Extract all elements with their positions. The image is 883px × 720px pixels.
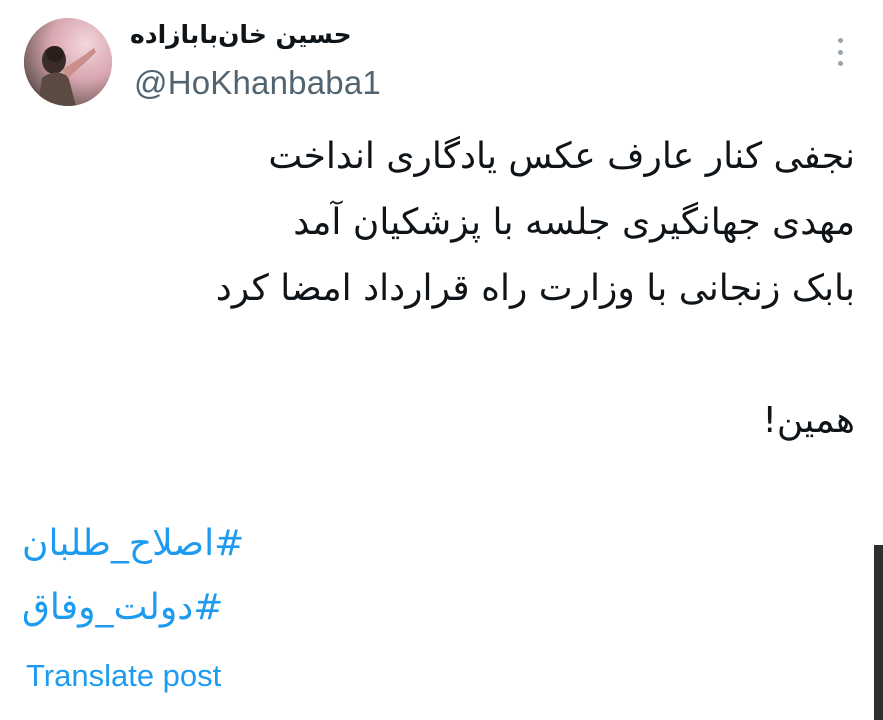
profile-photo-icon: [24, 18, 112, 106]
translate-post-link[interactable]: Translate post: [26, 658, 221, 694]
post-line: بابک زنجانی با وزارت راه قرارداد امضا کر…: [215, 268, 855, 309]
post-line: مهدی جهانگیری جلسه با پزشکیان آمد: [293, 202, 855, 243]
post-card: حسین خان‌بابازاده @HoKhanbaba1 نجفی کنار…: [0, 0, 883, 720]
post-line: همین!: [762, 400, 856, 441]
hashtag-link[interactable]: #اصلاح_طلبان: [22, 512, 622, 576]
dot: [837, 49, 843, 55]
user-handle[interactable]: @HoKhanbaba1: [134, 64, 381, 102]
dot: [837, 38, 843, 43]
more-vertical-icon[interactable]: [828, 34, 852, 70]
scrollbar[interactable]: [874, 545, 883, 720]
post-line: نجفی کنار عارف عکس یادگاری انداخت: [268, 136, 855, 177]
hashtag-link[interactable]: #دولت_وفاق: [22, 576, 622, 640]
display-name[interactable]: حسین خان‌بابازاده: [130, 20, 390, 49]
dot: [837, 61, 843, 66]
hashtag-list: #اصلاح_طلبان #دولت_وفاق: [22, 512, 622, 640]
avatar[interactable]: [24, 18, 112, 106]
post-text: نجفی کنار عارف عکس یادگاری انداخت مهدی ج…: [155, 124, 855, 454]
